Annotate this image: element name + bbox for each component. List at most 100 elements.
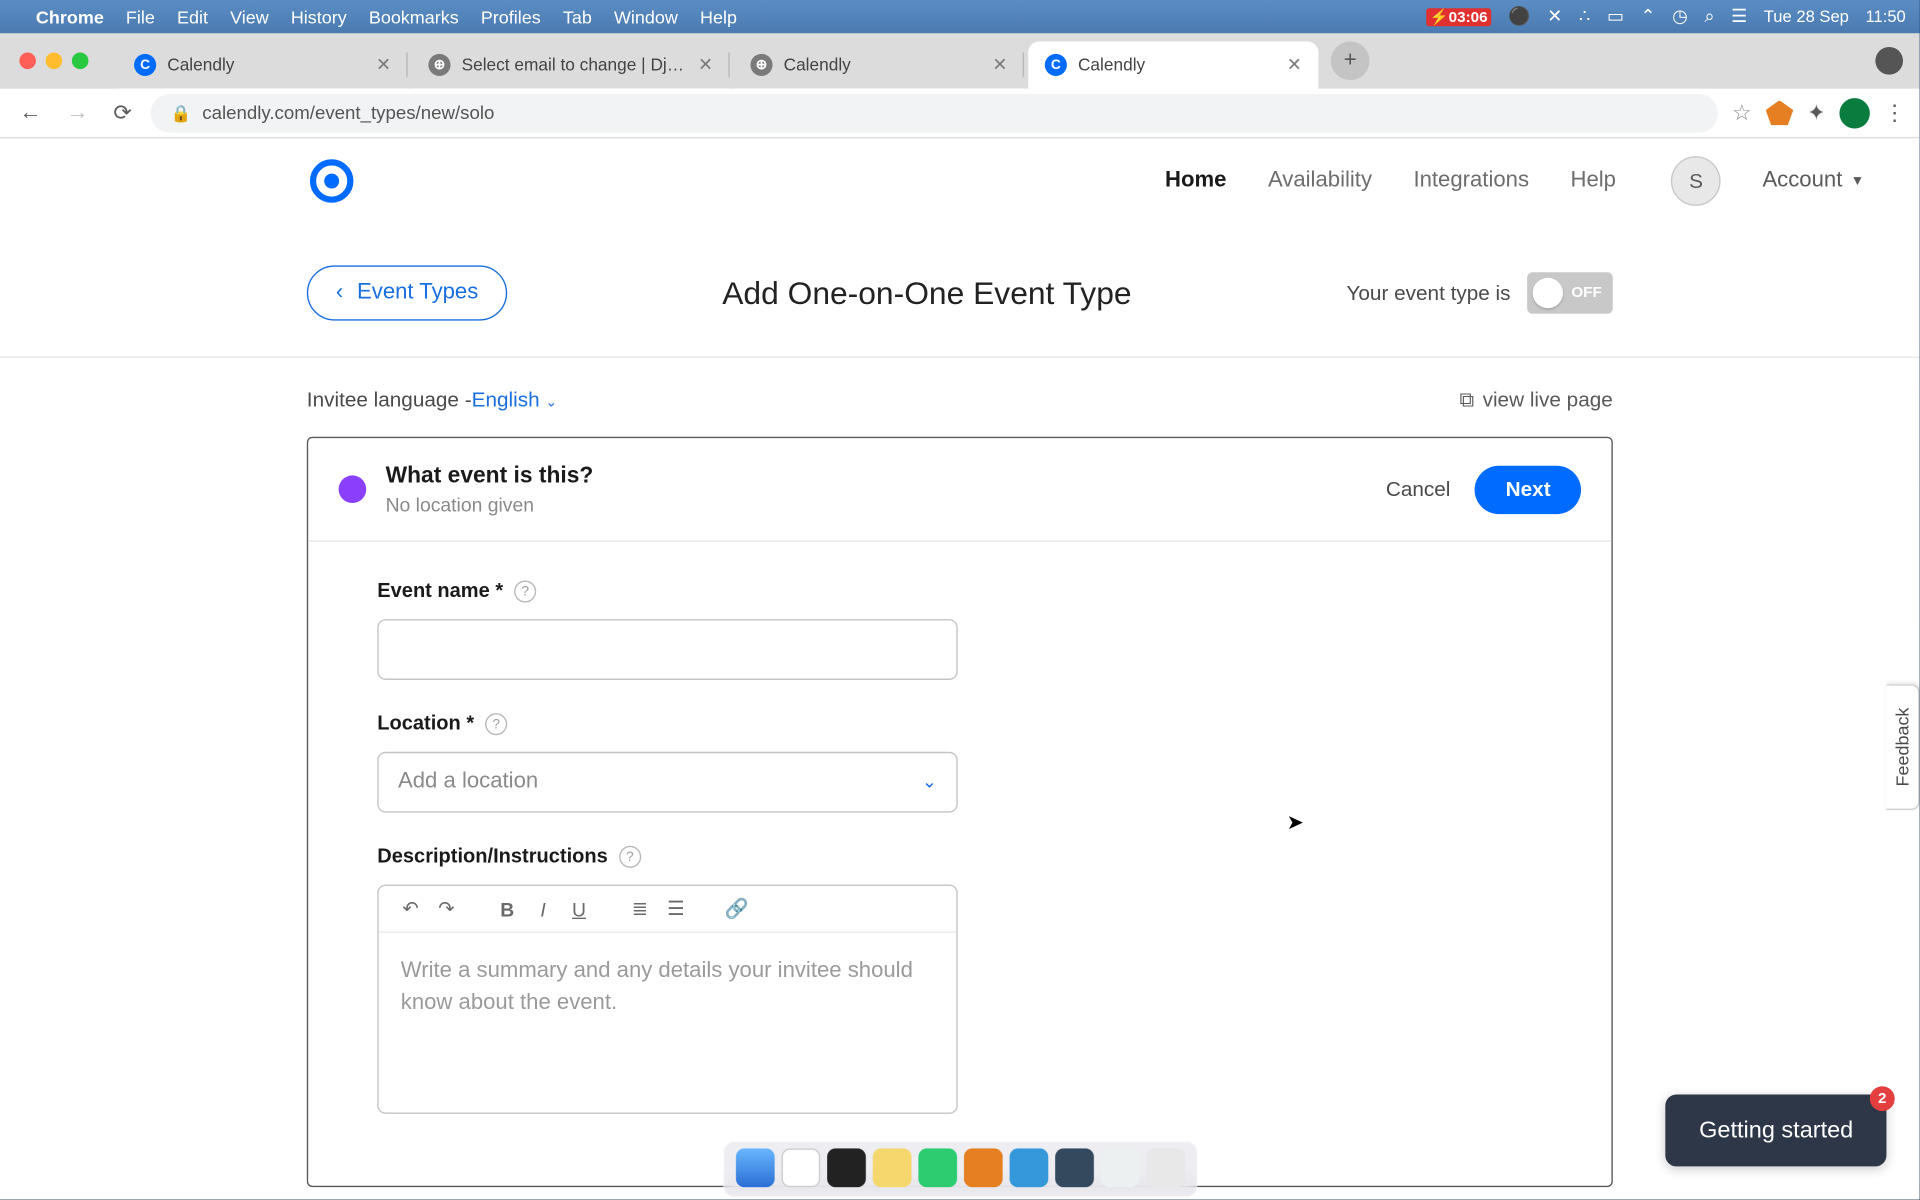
status-icon-1[interactable]: ⚫ [1508,6,1530,28]
underline-icon[interactable]: U [564,898,594,920]
nav-help[interactable]: Help [1570,169,1615,194]
wifi-icon[interactable]: ⌃ [1641,6,1656,28]
location-field: Location * ? Add a location ⌄ [377,713,957,813]
star-icon[interactable]: ☆ [1732,99,1752,127]
location-label: Location * [377,713,474,735]
menu-file[interactable]: File [126,6,155,27]
globe-favicon: ⊕ [428,54,450,76]
cancel-button[interactable]: Cancel [1386,477,1451,500]
invitee-language-dropdown[interactable]: English ⌄ [472,388,557,411]
help-icon[interactable]: ? [514,580,536,602]
dock-notes[interactable] [872,1148,911,1187]
nav-integrations[interactable]: Integrations [1413,169,1529,194]
bold-icon[interactable]: B [492,898,522,920]
undo-icon[interactable]: ↶ [395,897,425,920]
event-type-toggle[interactable]: OFF [1527,272,1613,313]
account-avatar[interactable]: S [1671,156,1721,206]
card-header: What event is this? No location given Ca… [308,438,1611,542]
toolbar: ← → ⟳ 🔒 calendly.com/event_types/new/sol… [0,88,1920,138]
chevron-down-icon: ⌄ [922,771,937,793]
dock-app-3[interactable] [1009,1148,1048,1187]
status-icon-2[interactable]: ✕ [1547,6,1562,28]
getting-started-button[interactable]: Getting started 2 [1666,1095,1886,1167]
spotlight-icon[interactable]: ⌕ [1704,6,1714,28]
nav-availability[interactable]: Availability [1268,169,1372,194]
back-button[interactable]: ← [14,100,47,125]
dock-app-1[interactable] [918,1148,957,1187]
dock-terminal[interactable] [826,1148,865,1187]
tab-2[interactable]: ⊕ Select email to change | Django ✕ [412,41,730,88]
numbered-list-icon[interactable]: ☰ [661,897,691,920]
tab-strip: C Calendly ✕ ⊕ Select email to change | … [0,33,1920,88]
menu-edit[interactable]: Edit [177,6,208,27]
editor-toolbar: ↶ ↷ B I U ≣ ☰ 🔗 [379,886,957,933]
location-select[interactable]: Add a location ⌄ [377,752,957,813]
dock-app-5[interactable] [1100,1148,1139,1187]
bullet-list-icon[interactable]: ≣ [625,897,655,920]
close-tab-icon[interactable]: ✕ [1287,54,1302,76]
dock-app-2[interactable] [963,1148,1002,1187]
timer-icon[interactable]: ⚡03:06 [1426,8,1492,26]
forward-button[interactable]: → [61,100,94,125]
menu-history[interactable]: History [291,6,347,27]
metamask-extension-icon[interactable] [1766,100,1794,125]
dock-app-4[interactable] [1054,1148,1093,1187]
tab-4-active[interactable]: C Calendly ✕ [1028,41,1318,88]
menubar-clock[interactable]: 11:50 [1866,7,1906,26]
external-link-icon: ⧉ [1459,388,1474,411]
menu-help[interactable]: Help [700,6,737,27]
close-tab-icon[interactable]: ✕ [376,54,391,76]
calendly-logo[interactable] [307,156,357,206]
link-icon[interactable]: 🔗 [721,897,751,920]
reload-button[interactable]: ⟳ [108,99,138,127]
macos-menubar: Chrome File Edit View History Bookmarks … [0,0,1920,33]
view-live-label: view live page [1483,388,1613,411]
extensions-icon[interactable]: ✦ [1807,99,1826,127]
dock-chrome[interactable] [781,1148,820,1187]
status-icon-3[interactable]: ∴ [1579,6,1590,28]
tab-3[interactable]: ⊕ Calendly ✕ [734,41,1024,88]
nav-home[interactable]: Home [1165,169,1226,194]
account-dropdown[interactable]: Account ▼ [1762,169,1864,194]
menubar-date[interactable]: Tue 28 Sep [1764,7,1849,26]
minimize-window-button[interactable] [46,53,63,70]
menu-profiles[interactable]: Profiles [481,6,541,27]
back-to-event-types-button[interactable]: ‹ Event Types [307,265,508,320]
italic-icon[interactable]: I [528,898,558,920]
close-tab-icon[interactable]: ✕ [698,54,713,76]
close-tab-icon[interactable]: ✕ [992,54,1007,76]
menu-window[interactable]: Window [614,6,678,27]
dock-trash[interactable] [1146,1148,1185,1187]
close-window-button[interactable] [19,53,36,70]
help-icon[interactable]: ? [485,713,507,735]
next-button[interactable]: Next [1475,465,1581,513]
event-name-input[interactable] [377,619,957,680]
feedback-tab[interactable]: Feedback [1886,684,1919,810]
control-center-icon[interactable]: ☰ [1731,6,1747,28]
help-icon[interactable]: ? [619,846,641,868]
toggle-knob [1533,278,1563,308]
app-menu[interactable]: Chrome [36,6,104,27]
clock-icon[interactable]: ◷ [1672,6,1688,28]
page-title: Add One-on-One Event Type [507,274,1346,311]
tab-title: Calendly [167,55,365,74]
new-tab-button[interactable]: + [1331,41,1370,80]
battery-icon[interactable]: ▭ [1607,6,1624,28]
view-live-page-link[interactable]: ⧉ view live page [1459,388,1612,411]
menu-icon[interactable]: ⋮ [1884,99,1906,127]
menu-view[interactable]: View [230,6,269,27]
chevron-left-icon: ‹ [336,281,343,306]
dock-finder[interactable] [735,1148,774,1187]
back-label: Event Types [357,281,478,306]
globe-favicon: ⊕ [750,54,772,76]
address-bar[interactable]: 🔒 calendly.com/event_types/new/solo [151,93,1718,132]
menu-tab[interactable]: Tab [563,6,592,27]
description-textarea[interactable]: Write a summary and any details your inv… [379,933,957,1113]
redo-icon[interactable]: ↷ [431,897,461,920]
fullscreen-window-button[interactable] [72,53,89,70]
tab-1[interactable]: C Calendly ✕ [117,41,407,88]
menu-bookmarks[interactable]: Bookmarks [369,6,459,27]
tab-title: Select email to change | Django [462,55,687,74]
profile-avatar[interactable] [1839,97,1869,127]
account-chip[interactable] [1875,47,1903,75]
